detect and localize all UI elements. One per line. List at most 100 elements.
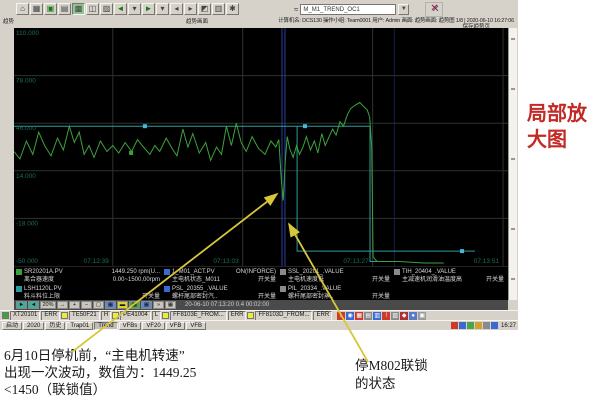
gray-app-icon[interactable]: ▣ — [418, 311, 427, 320]
legend-item[interactable]: 1_M01_ACT.PV ON(INFORCE) 主电机状态_M011 开关量 — [164, 268, 276, 284]
graphic-icon[interactable]: ▣ — [44, 2, 57, 15]
legend-range: 0.00~1500.00rpm — [112, 277, 160, 283]
x-axis-tick: 07:13:03 — [213, 258, 239, 265]
tray-icon[interactable] — [482, 322, 490, 329]
play-forward-button[interactable]: ► — [16, 301, 27, 309]
legend-item[interactable]: SR20201A.PV 1449.250 rpm(U... 离合器速度 0.00~15… — [16, 268, 160, 284]
back-dropdown-icon[interactable]: ▾ — [128, 2, 141, 15]
legend-range: 开关量 — [257, 277, 276, 283]
legend-item[interactable]: SSL_20201_.VALUE 主电机速度低 开关量 — [280, 268, 390, 284]
legend-item[interactable]: PIL_20334_.VALUE 螺杆尾部密封蒸.. 开关量 — [280, 285, 390, 301]
tray-icon[interactable] — [490, 322, 498, 329]
blue-app-icon[interactable]: ● — [409, 311, 418, 320]
legend-tag: PSL_20355_.VALUE — [172, 286, 228, 292]
green-pane-button[interactable]: ▦ — [129, 301, 140, 309]
alarm-tag[interactable]: TE50F21 — [69, 310, 100, 321]
y-axis-tick: -50.000 — [16, 258, 38, 265]
alarm-summary-icon[interactable]: ▨ — [100, 2, 113, 15]
trend-icon[interactable]: ▩ — [72, 2, 85, 15]
alarm-status: ERR — [313, 310, 333, 321]
pane-button[interactable]: ▢ — [93, 301, 104, 309]
tool-key-icon[interactable]: ✱ — [226, 2, 239, 15]
legend-tag: 1_M01_ACT.PV — [172, 269, 215, 275]
operator-icon[interactable]: ▤ — [364, 311, 373, 320]
y-axis-tick: -18.000 — [16, 220, 38, 227]
taskbar-item-启动[interactable]: 启动 — [2, 321, 23, 330]
back-arrow-icon[interactable]: ◄ — [114, 2, 127, 15]
alert-icon[interactable]: ! — [382, 311, 391, 320]
legend-description: 主电机状态_M011 — [172, 277, 220, 283]
grid-button[interactable]: ▦ — [165, 301, 176, 309]
taskbar-item-VFB[interactable]: VFB — [186, 321, 206, 330]
speaker-icon[interactable]: ◉ — [346, 311, 355, 320]
alarm-indicator — [112, 312, 120, 319]
alarm-tag[interactable]: FF8103E_FROM... — [170, 310, 227, 321]
page-prev-icon[interactable]: ◂ — [170, 2, 183, 15]
legend-tag: TIH_20404_.VALUE — [402, 269, 456, 275]
step-button[interactable]: → — [57, 301, 68, 309]
yellow-pane-button[interactable]: ▬ — [117, 301, 128, 309]
system-tray: 16:27 — [450, 322, 516, 329]
legend-item[interactable]: PSL_20355_.VALUE 螺杆尾部密封汽.. 开关量 — [164, 285, 276, 301]
series-marker — [129, 150, 134, 155]
tray-icon[interactable] — [474, 322, 482, 329]
taskbar-item-VFBs[interactable]: VFBs — [118, 321, 142, 330]
alarm-tag[interactable]: XT20101 — [10, 310, 41, 321]
print-icon[interactable]: ▥ — [212, 2, 225, 15]
zoom-in-button[interactable]: + — [69, 301, 80, 309]
blue-pane-button[interactable]: ▦ — [105, 301, 116, 309]
legend-range: 开关量 — [485, 277, 504, 283]
status-left-label: 趋势 — [3, 19, 15, 25]
legend-point-icon — [394, 269, 400, 275]
taskbar-item-2020[interactable]: 2020 — [23, 321, 45, 330]
more-button[interactable]: » — [153, 301, 164, 309]
legend-column: 1_M01_ACT.PV ON(INFORCE) 主电机状态_M011 开关量 PSL_… — [164, 268, 276, 301]
taskbar-item-Trend[interactable]: Trend — [94, 321, 118, 330]
taskbar-clock: 16:27 — [500, 322, 516, 329]
monitor-icon[interactable]: ▥ — [373, 311, 382, 320]
trend-page-combobox[interactable]: M_M1_TREND_OC1 — [300, 3, 397, 15]
zoom-out-button[interactable]: − — [81, 301, 92, 309]
taskbar-item-历史[interactable]: 历史 — [45, 321, 66, 330]
taskbar: 启动 2020 历史 Trap01 Trend VFBs VF20 VFB VFB 16:27 — [0, 320, 518, 330]
split-window-icon[interactable]: ◫ — [86, 2, 99, 15]
tray-icon[interactable] — [458, 322, 466, 329]
tray-icon[interactable] — [450, 322, 458, 329]
forward-dropdown-icon[interactable]: ▾ — [156, 2, 169, 15]
alarm-tag[interactable]: FF8103D_FROM... — [255, 310, 313, 321]
trend-chart[interactable]: 110.000 78.000 46.000 14.000 -18.000 -50.000 0… — [13, 28, 508, 266]
alarm-tag[interactable]: PE41004 — [120, 310, 151, 321]
blue2-pane-button[interactable]: ▦ — [141, 301, 152, 309]
overview-icon[interactable]: ▦ — [30, 2, 43, 15]
window-tile-icon[interactable]: ▤ — [58, 2, 71, 15]
legend-item[interactable]: LSH1120L.PV 料斗料位上限 开关量 — [16, 285, 160, 301]
mini-trend-icon: ≈ — [294, 4, 299, 14]
taskbar-item-VFB[interactable]: VFB — [165, 321, 186, 330]
legend-point-icon — [16, 286, 22, 292]
zoom-percent-button[interactable]: 20% — [40, 301, 56, 309]
legend-item[interactable]: TIH_20404_.VALUE 主减速机润滑油温度高 开关量 — [394, 268, 504, 284]
doc-icon[interactable]: ▧ — [391, 311, 400, 320]
chart-vertical-scrollbar[interactable] — [508, 28, 517, 300]
alarm-indicator — [247, 312, 255, 319]
taskbar-item-Trap01[interactable]: Trap01 — [66, 321, 94, 330]
trend-cursor-time: 20-06-10 07:13:20 0.4 00:02:00 — [185, 302, 270, 308]
alarm-bell-icon[interactable]: ♪ — [337, 311, 346, 320]
alarm-panel-icon[interactable]: ▦ — [355, 311, 364, 320]
refresh-icon[interactable]: ◩ — [198, 2, 211, 15]
forward-arrow-icon[interactable]: ► — [142, 2, 155, 15]
taskbar-item-VF20[interactable]: VF20 — [142, 321, 165, 330]
red-flag-icon[interactable]: ◆ — [400, 311, 409, 320]
page-next-icon[interactable]: ▸ — [184, 2, 197, 15]
scrollbar-mark — [511, 228, 515, 230]
tray-icon[interactable] — [466, 322, 474, 329]
scrollbar-mark — [511, 278, 515, 280]
y-axis-tick: 78.000 — [16, 78, 36, 85]
legend-point-icon — [280, 286, 286, 292]
legend-point-icon — [16, 269, 22, 275]
combobox-dropdown-icon[interactable]: ▼ — [398, 3, 410, 15]
trend-window-title: 趋势画面 — [186, 19, 209, 25]
home-icon[interactable]: ⌂ — [16, 2, 29, 15]
legend-point-icon — [164, 269, 170, 275]
play-back-button[interactable]: ◄ — [28, 301, 39, 309]
